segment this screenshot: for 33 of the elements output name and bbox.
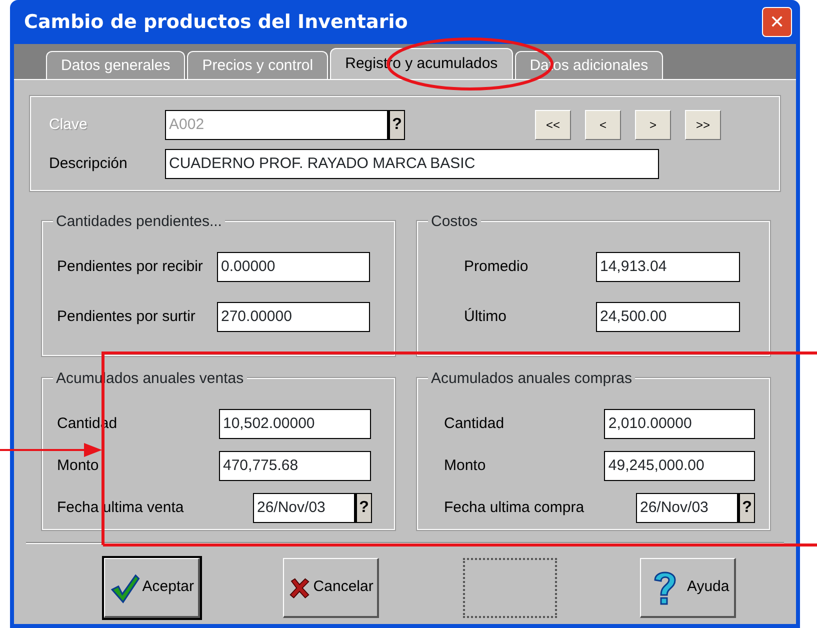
field-label: Descripción <box>49 154 128 174</box>
field-label: Cantidad <box>444 414 506 434</box>
field-label: Último <box>464 306 508 327</box>
input-field[interactable]: 10,502.00000 <box>219 409 371 439</box>
date-field[interactable]: 26/Nov/03 <box>253 493 355 523</box>
close-button[interactable]: ✕ <box>762 7 792 37</box>
cancel-button[interactable]: Cancelar <box>283 558 380 618</box>
input-field[interactable]: 14,913.04 <box>596 252 740 282</box>
input-field[interactable]: 49,245,000.00 <box>604 451 755 481</box>
input-field[interactable]: 24,500.00 <box>596 302 740 332</box>
description-field[interactable]: CUADERNO PROF. RAYADO MARCA BASIC <box>165 149 659 179</box>
field-label: Monto <box>57 456 100 476</box>
nav-button[interactable]: < <box>585 110 621 140</box>
field-label: Pendientes por surtir <box>57 306 196 327</box>
field-label: Fecha ultima compra <box>444 498 586 518</box>
field-label: Fecha ultima venta <box>57 498 185 518</box>
input-field[interactable]: 270.00000 <box>217 302 370 332</box>
field-label: Promedio <box>464 256 530 277</box>
lookup-button[interactable]: ? <box>355 493 372 523</box>
field-label: Clave <box>49 114 88 135</box>
field-label: Monto <box>444 456 487 476</box>
nav-button[interactable]: >> <box>685 110 721 140</box>
nav-button[interactable]: << <box>535 110 571 140</box>
field-label: Pendientes por recibir <box>57 256 204 277</box>
input-field[interactable]: 2,010.00000 <box>604 409 755 439</box>
accept-button[interactable]: Aceptar <box>104 558 200 618</box>
date-field[interactable]: 26/Nov/03 <box>636 493 738 523</box>
lookup-button[interactable]: ? <box>738 493 755 523</box>
help-button[interactable]: Ayuda <box>640 558 736 618</box>
input-field[interactable]: 470,775.68 <box>219 451 371 481</box>
nav-button[interactable]: > <box>635 110 671 140</box>
window-title: Cambio de productos del Inventario <box>24 10 408 35</box>
input-field[interactable]: 0.00000 <box>217 252 370 282</box>
